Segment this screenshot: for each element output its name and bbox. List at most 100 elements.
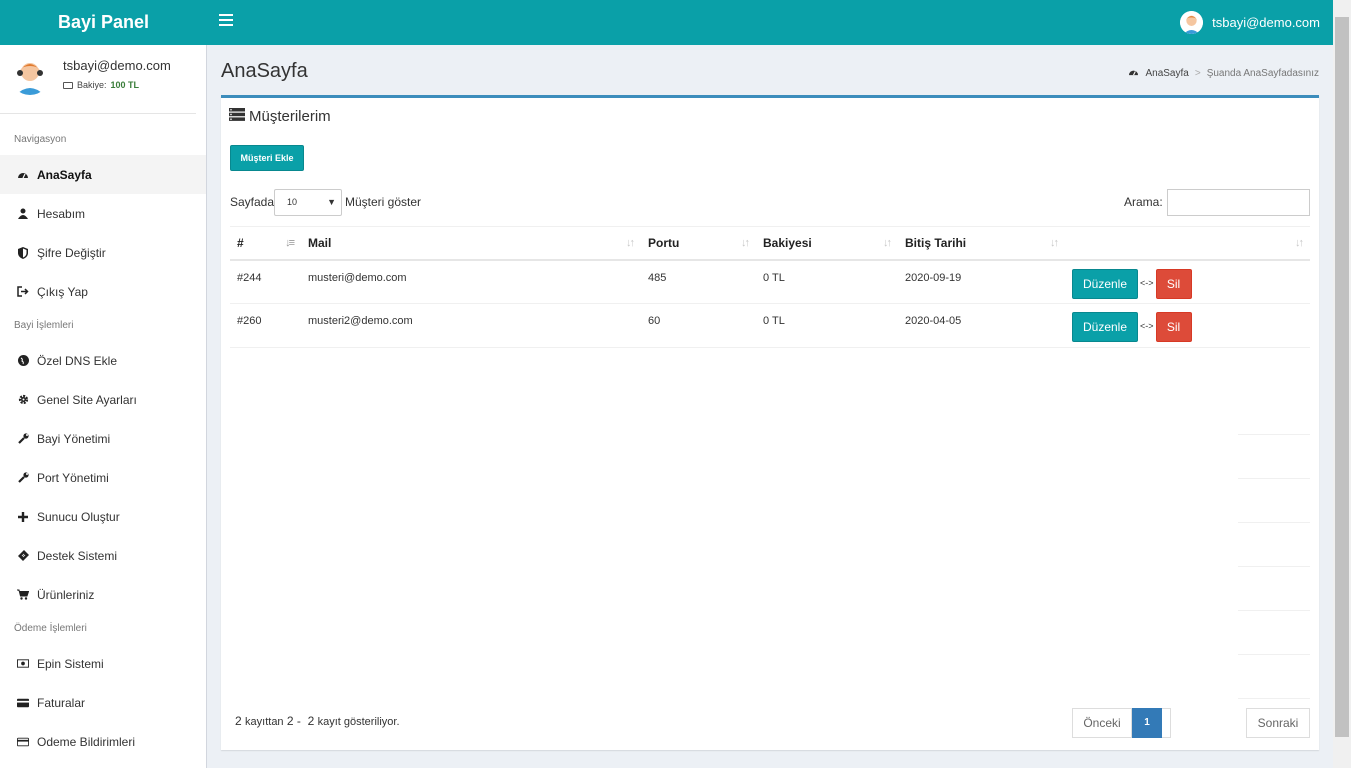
col-balance[interactable]: Bakiyesi ↓↑ [756, 226, 898, 261]
sidebar: tsbayi@demo.com Bakiye: 100 TL Navigasyo… [0, 45, 207, 768]
page-1-button[interactable]: 1 [1132, 708, 1162, 738]
col-port[interactable]: Portu ↓↑ [641, 226, 756, 261]
balance-label: Bakiye: [77, 80, 107, 90]
page-length-select[interactable]: 10 ▼ [274, 189, 342, 216]
cell-port: 60 [641, 303, 756, 348]
server-icon [229, 108, 245, 125]
col-id[interactable]: # ↓≡ [230, 226, 301, 261]
sort-icon: ↓↑ [626, 237, 635, 249]
page-length-value: 10 [287, 197, 298, 207]
delete-button[interactable]: Sil [1155, 268, 1192, 299]
sidebar-item-sunucu-olustur[interactable]: Sunucu Oluştur [0, 497, 206, 536]
sidebar-item-sifre-degistir[interactable]: Şifre Değiştir [0, 233, 206, 272]
shopping-cart-icon [17, 589, 29, 601]
col-end-date[interactable]: Bitiş Tarihi ↓↑ [898, 226, 1065, 261]
scrollbar-thumb[interactable] [1335, 17, 1349, 737]
balance: Bakiye: 100 TL [63, 80, 139, 90]
nav-header-navigasyon: Navigasyon [14, 134, 67, 145]
sort-icon: ↓↑ [883, 237, 892, 249]
col-actions[interactable]: ↓↑ [1065, 226, 1310, 261]
avatar [10, 55, 50, 95]
breadcrumb: AnaSayfa > Şuanda AnaSayfadasınız [1128, 67, 1319, 79]
breadcrumb-current: Şuanda AnaSayfadasınız [1206, 67, 1319, 79]
cell-actions: Düzenle <-> Sil [1065, 303, 1310, 348]
sidebar-item-label: Genel Site Ayarları [37, 392, 137, 407]
scrollbar[interactable] [1333, 0, 1366, 768]
edit-button[interactable]: Düzenle [1072, 312, 1138, 342]
nav-header-odeme-islemleri: Ödeme İşlemleri [14, 623, 87, 634]
menu-toggle-icon[interactable] [219, 14, 233, 30]
sidebar-item-urunleriniz[interactable]: Ürünleriniz [0, 575, 206, 614]
table-row: #260 musteri2@demo.com 60 0 TL 2020-04-0… [230, 303, 1310, 348]
customers-box: Müşterilerim Müşteri Ekle Sayfada 10 ▼ M… [221, 95, 1319, 750]
empty-row-lines [1238, 391, 1310, 699]
sidebar-item-label: Bayi Yönetimi [37, 431, 111, 446]
sidebar-item-label: AnaSayfa [37, 167, 92, 182]
sidebar-item-faturalar[interactable]: Faturalar [0, 683, 206, 722]
sidebar-item-label: Odeme Bildirimleri [37, 734, 136, 749]
dashboard-icon [1128, 67, 1139, 79]
sidebar-item-label: Epin Sistemi [37, 656, 104, 671]
sidebar-item-hesabim[interactable]: Hesabım [0, 194, 206, 233]
add-customer-button[interactable]: Müşteri Ekle [230, 145, 304, 171]
sidebar-item-ozel-dns-ekle[interactable]: Özel DNS Ekle [0, 341, 206, 380]
user-menu[interactable]: tsbayi@demo.com [1180, 11, 1320, 34]
sidebar-item-odeme-bildirimleri[interactable]: Odeme Bildirimleri [0, 722, 206, 761]
user-panel: tsbayi@demo.com Bakiye: 100 TL [0, 45, 196, 114]
globe-icon [17, 355, 29, 367]
sidebar-item-anasayfa[interactable]: AnaSayfa [0, 155, 206, 194]
breadcrumb-separator: > [1194, 67, 1201, 79]
cell-id: #260 [230, 303, 301, 348]
pagination: Önceki 1 [1072, 708, 1171, 738]
content-header: AnaSayfa AnaSayfa > Şuanda AnaSayfadasın… [221, 60, 1319, 85]
sort-asc-icon: ↓≡ [285, 237, 295, 249]
edit-button[interactable]: Düzenle [1072, 268, 1138, 299]
ticket-icon [17, 550, 29, 562]
sidebar-item-bayi-yonetimi[interactable]: Bayi Yönetimi [0, 419, 206, 458]
sidebar-user-name: tsbayi@demo.com [63, 58, 171, 73]
plus-icon [17, 511, 29, 523]
breadcrumb-home[interactable]: AnaSayfa [1145, 68, 1188, 79]
sidebar-item-port-yonetimi[interactable]: Port Yönetimi [0, 458, 206, 497]
cell-balance: 0 TL [756, 303, 898, 348]
cell-actions: Düzenle <-> Sil [1065, 259, 1310, 304]
sidebar-item-label: Port Yönetimi [37, 470, 109, 485]
sidebar-item-epin-sistemi[interactable]: Epin Sistemi [0, 644, 206, 683]
sidebar-item-label: Çıkış Yap [37, 284, 88, 299]
sidebar-item-label: Faturalar [37, 695, 86, 710]
money-icon [63, 81, 73, 89]
table-header-row: # ↓≡ Mail ↓↑ Portu ↓↑ Bakiyesi ↓↑ Bitiş Tari… [230, 226, 1310, 261]
table-info: 2 kayıttan 2 - 2 kayıt gösteriliyor. [235, 714, 400, 728]
sidebar-item-label: Şifre Değiştir [37, 245, 106, 260]
avatar [1180, 11, 1204, 34]
search-input[interactable] [1167, 189, 1310, 216]
next-page-button[interactable]: Sonraki [1246, 708, 1310, 738]
scrollbar-gutter [1351, 0, 1366, 768]
customers-table: # ↓≡ Mail ↓↑ Portu ↓↑ Bakiyesi ↓↑ Bitiş Tari… [230, 226, 1310, 348]
prev-page-button[interactable]: Önceki [1072, 708, 1132, 738]
sort-icon: ↓↑ [1050, 237, 1059, 249]
user-icon [17, 208, 29, 220]
sidebar-item-label: Destek Sistemi [37, 548, 118, 563]
box-title-text: Müşterilerim [249, 108, 331, 125]
sidebar-item-label: Ürünleriniz [37, 587, 95, 602]
col-mail[interactable]: Mail ↓↑ [301, 226, 641, 261]
wrench-icon [17, 472, 29, 484]
shield-icon [17, 246, 29, 259]
balance-value: 100 TL [110, 80, 140, 90]
pager-gap [1162, 708, 1171, 738]
cell-end-date: 2020-04-05 [898, 303, 1065, 348]
sidebar-item-destek-sistemi[interactable]: Destek Sistemi [0, 536, 206, 575]
top-user-email: tsbayi@demo.com [1212, 15, 1320, 30]
cell-mail: musteri2@demo.com [301, 303, 641, 348]
length-prefix: Sayfada [230, 195, 275, 209]
caret-down-icon: ▼ [327, 197, 336, 207]
sidebar-item-cikis-yap[interactable]: Çıkış Yap [0, 272, 206, 311]
app-logo[interactable]: Bayi Panel [0, 0, 207, 45]
gear-icon [17, 394, 29, 406]
dashboard-icon [17, 169, 29, 181]
sidebar-item-genel-site-ayarlari[interactable]: Genel Site Ayarları [0, 380, 206, 419]
sort-icon: ↓↑ [741, 237, 750, 249]
delete-button[interactable]: Sil [1155, 312, 1192, 342]
credit-card-icon [17, 697, 29, 709]
